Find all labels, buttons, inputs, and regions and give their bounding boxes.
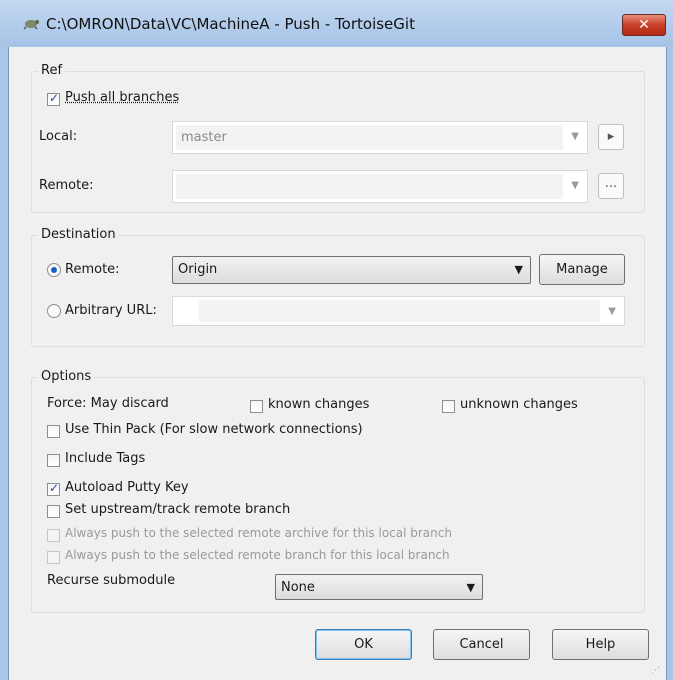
ellipsis-icon: ... xyxy=(604,176,618,191)
manage-button[interactable]: Manage xyxy=(539,254,625,285)
known-changes-label[interactable]: known changes xyxy=(268,397,369,412)
arbitrary-url-combo[interactable]: ▼ xyxy=(172,296,625,326)
cancel-button-label: Cancel xyxy=(459,637,504,652)
set-upstream-checkbox[interactable] xyxy=(47,505,60,518)
recurse-submodule-value: None xyxy=(281,580,315,595)
manage-button-label: Manage xyxy=(556,262,608,277)
always-push-branch-checkbox[interactable] xyxy=(47,551,60,564)
dialog-window: C:\OMRON\Data\VC\MachineA - Push - Torto… xyxy=(0,0,673,680)
dialog-body: Ref ✓ Push all branches Local: master ▼ … xyxy=(8,47,667,680)
local-label: Local: xyxy=(39,129,78,144)
set-upstream-label[interactable]: Set upstream/track remote branch xyxy=(65,502,290,517)
window-title: C:\OMRON\Data\VC\MachineA - Push - Torto… xyxy=(46,15,415,33)
recurse-submodule-label: Recurse submodule xyxy=(47,573,176,588)
unknown-changes-label[interactable]: unknown changes xyxy=(460,397,578,412)
destination-group-title: Destination xyxy=(38,227,119,242)
always-push-archive-label: Always push to the selected remote archi… xyxy=(65,526,452,540)
remote-radio-label[interactable]: Remote: xyxy=(65,262,120,277)
local-branch-value: master xyxy=(181,130,227,145)
chevron-down-icon: ▼ xyxy=(608,306,616,317)
checkmark-icon: ✓ xyxy=(49,91,60,105)
always-push-branch-label: Always push to the selected remote branc… xyxy=(65,548,450,562)
recurse-submodule-select[interactable]: None ▼ xyxy=(275,574,483,600)
force-label: Force: May discard xyxy=(47,396,169,411)
close-button[interactable]: ✕ xyxy=(622,14,666,36)
arbitrary-url-field xyxy=(199,300,600,322)
radio-selected-dot xyxy=(51,267,57,273)
push-all-branches-label[interactable]: Push all branches xyxy=(65,90,179,105)
remote-label: Remote: xyxy=(39,178,94,193)
include-tags-checkbox[interactable] xyxy=(47,454,60,467)
title-bar[interactable]: C:\OMRON\Data\VC\MachineA - Push - Torto… xyxy=(0,0,673,46)
help-button-label: Help xyxy=(585,637,616,652)
always-push-archive-checkbox[interactable] xyxy=(47,529,60,542)
include-tags-label[interactable]: Include Tags xyxy=(65,451,145,466)
unknown-changes-checkbox[interactable] xyxy=(442,400,455,413)
help-button[interactable]: Help xyxy=(552,629,649,660)
remote-browse-button[interactable]: ... xyxy=(598,173,624,199)
arbitrary-url-radio[interactable] xyxy=(47,304,61,318)
local-branch-field xyxy=(176,125,563,150)
ok-button[interactable]: OK xyxy=(315,629,412,660)
known-changes-checkbox[interactable] xyxy=(250,400,263,413)
local-browse-button[interactable]: ▸ xyxy=(598,124,624,150)
remote-radio[interactable] xyxy=(47,263,61,277)
thin-pack-checkbox[interactable] xyxy=(47,425,60,438)
local-branch-combo[interactable]: master ▼ xyxy=(172,121,588,154)
autoload-putty-key-checkbox[interactable]: ✓ xyxy=(47,481,60,496)
remote-branch-field xyxy=(176,174,563,199)
ref-group-title: Ref xyxy=(38,63,66,78)
checkmark-icon: ✓ xyxy=(49,481,60,495)
ok-button-label: OK xyxy=(354,637,373,652)
arbitrary-url-label[interactable]: Arbitrary URL: xyxy=(65,303,157,318)
chevron-down-icon: ▼ xyxy=(571,131,579,142)
options-group-title: Options xyxy=(38,369,95,384)
chevron-down-icon: ▼ xyxy=(514,263,523,276)
resize-grip-icon[interactable]: ⋰ xyxy=(651,666,660,676)
remote-select[interactable]: Origin ▼ xyxy=(172,256,531,284)
chevron-right-icon: ▸ xyxy=(607,129,615,144)
autoload-putty-key-label[interactable]: Autoload Putty Key xyxy=(65,480,189,495)
tortoisegit-icon xyxy=(23,20,39,30)
cancel-button[interactable]: Cancel xyxy=(433,629,530,660)
remote-branch-combo[interactable]: ▼ xyxy=(172,170,588,203)
remote-select-value: Origin xyxy=(178,262,218,277)
destination-group xyxy=(31,235,645,347)
chevron-down-icon: ▼ xyxy=(466,581,475,594)
thin-pack-label[interactable]: Use Thin Pack (For slow network connecti… xyxy=(65,422,363,437)
push-all-branches-checkbox[interactable]: ✓ xyxy=(47,91,60,106)
chevron-down-icon: ▼ xyxy=(571,180,579,191)
close-icon: ✕ xyxy=(638,17,650,33)
